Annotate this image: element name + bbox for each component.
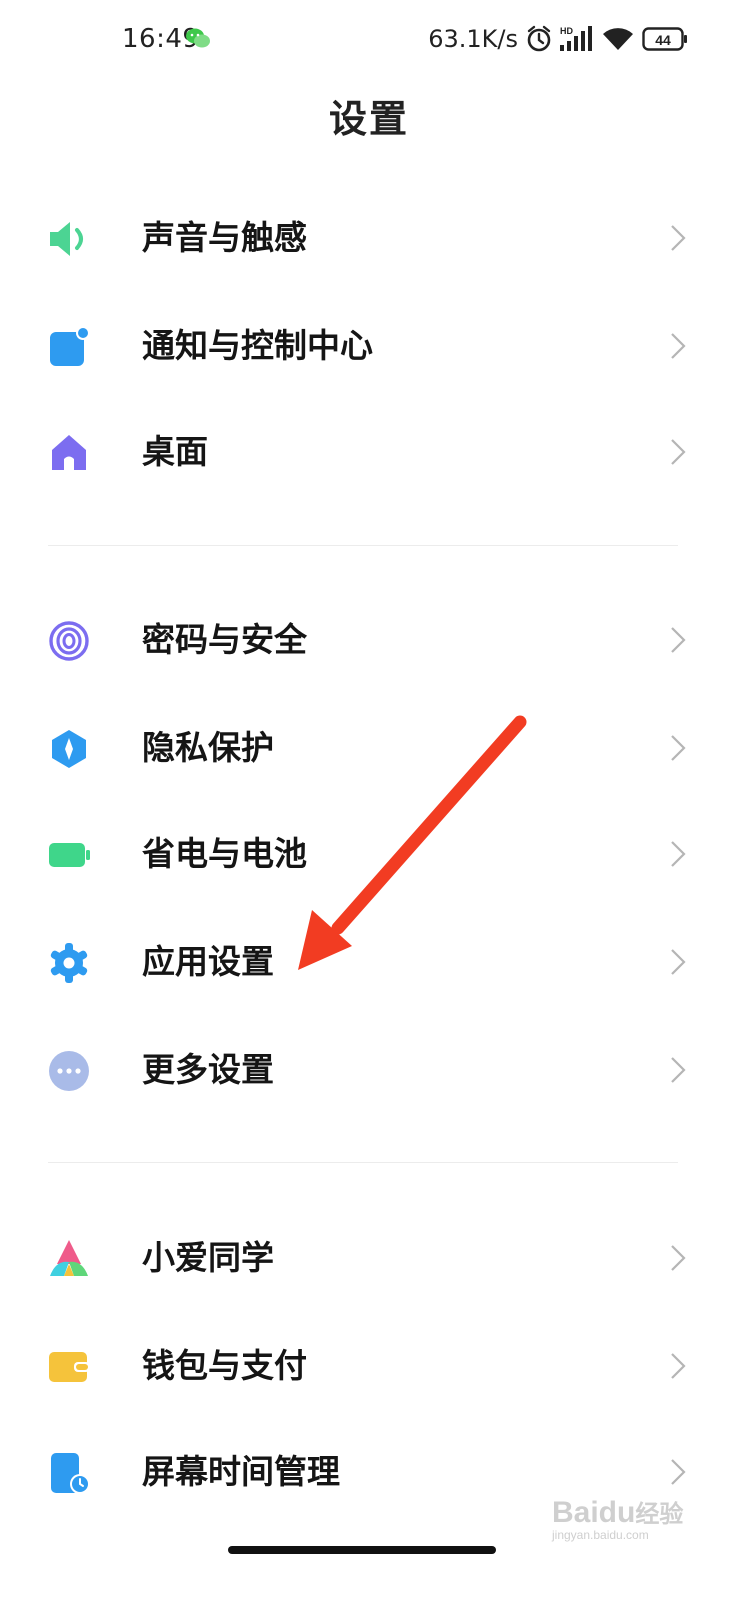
item-label: 密码与安全 (142, 620, 307, 659)
speaker-icon (50, 222, 83, 256)
settings-item-home-screen[interactable]: 桌面 (0, 400, 738, 504)
battery-level: 44 (655, 32, 671, 48)
chevron-right-icon (671, 735, 686, 761)
screen-time-icon (51, 1453, 90, 1494)
alarm-icon (527, 25, 551, 52)
settings-item-privacy[interactable]: 隐私保护 (0, 696, 738, 800)
more-dots-icon (49, 1051, 89, 1091)
settings-item-wallet[interactable]: 钱包与支付 (0, 1314, 738, 1418)
gear-icon (50, 943, 88, 983)
baidu-watermark: Baidu经验 jingyan.baidu.com (552, 1488, 692, 1546)
group-divider (48, 545, 678, 546)
notification-icon (50, 326, 90, 366)
item-label: 小爱同学 (142, 1238, 274, 1277)
chevron-right-icon (671, 333, 686, 359)
item-label: 声音与触感 (142, 218, 307, 257)
network-speed: 63.1K/s (428, 25, 518, 53)
signal-icon: HD (560, 26, 592, 51)
chevron-right-icon (671, 1353, 686, 1379)
item-label: 钱包与支付 (142, 1346, 307, 1385)
page-title: 设置 (328, 97, 409, 141)
watermark-site: jingyan.baidu.com (552, 1528, 649, 1542)
watermark-brand: Baidu经验 (552, 1496, 684, 1529)
item-label: 省电与电池 (142, 834, 307, 873)
item-label: 隐私保护 (142, 728, 274, 767)
settings-item-sound[interactable]: 声音与触感 (0, 186, 738, 290)
privacy-shield-icon (52, 730, 86, 768)
settings-item-battery[interactable]: 省电与电池 (0, 802, 738, 906)
settings-item-app-settings[interactable]: 应用设置 (0, 910, 738, 1014)
chevron-right-icon (671, 225, 686, 251)
battery-icon: 44 (642, 27, 687, 51)
chevron-right-icon (671, 627, 686, 653)
wifi-icon (603, 28, 633, 50)
item-label: 应用设置 (142, 942, 274, 981)
home-icon (52, 435, 86, 470)
network-type-label: HD (560, 26, 573, 36)
item-label: 更多设置 (142, 1050, 274, 1089)
home-indicator[interactable] (228, 1546, 496, 1554)
chevron-right-icon (671, 1057, 686, 1083)
item-label: 通知与控制中心 (142, 326, 373, 365)
status-bar: 16:49 63.1K/s HD 44 (0, 0, 738, 80)
fingerprint-icon (49, 621, 89, 661)
battery-icon (49, 843, 90, 867)
settings-item-password-security[interactable]: 密码与安全 (0, 588, 738, 692)
chevron-right-icon (671, 1459, 686, 1485)
group-divider (48, 1162, 678, 1163)
settings-item-notification[interactable]: 通知与控制中心 (0, 294, 738, 398)
chevron-right-icon (671, 1245, 686, 1271)
chevron-right-icon (671, 841, 686, 867)
wechat-icon (186, 28, 210, 48)
xiaoai-icon (50, 1240, 88, 1276)
chevron-right-icon (671, 949, 686, 975)
item-label: 桌面 (142, 432, 208, 471)
wallet-icon (49, 1352, 90, 1382)
item-label: 屏幕时间管理 (142, 1452, 340, 1491)
settings-item-xiaoai[interactable]: 小爱同学 (0, 1206, 738, 1310)
settings-item-more-settings[interactable]: 更多设置 (0, 1018, 738, 1122)
chevron-right-icon (671, 439, 686, 465)
